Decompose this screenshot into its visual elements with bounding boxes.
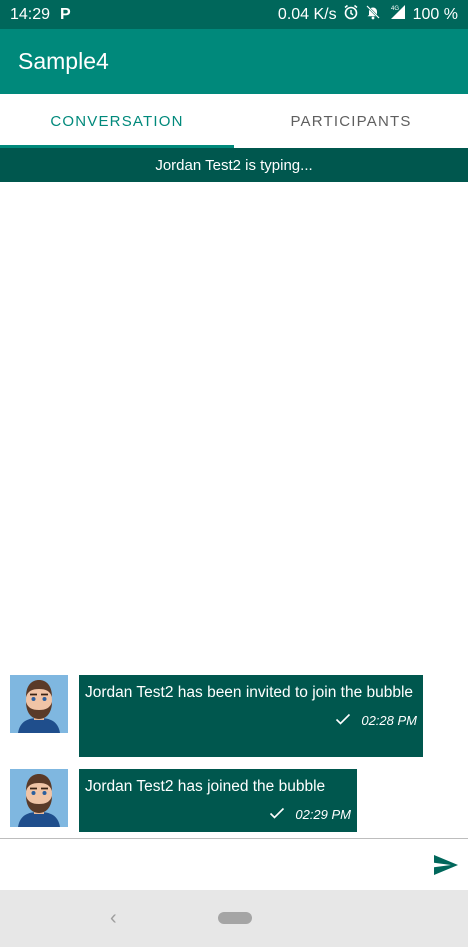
system-nav-bar: ‹ <box>0 890 468 947</box>
message-bubble[interactable]: Jordan Test2 has joined the bubble 02:29… <box>79 769 357 832</box>
message-item: Jordan Test2 has joined the bubble 02:29… <box>10 769 357 832</box>
avatar[interactable] <box>10 769 68 827</box>
typing-indicator: Jordan Test2 is typing... <box>0 148 468 182</box>
back-icon[interactable]: ‹ <box>110 907 117 930</box>
message-text: Jordan Test2 has been invited to join th… <box>85 684 414 701</box>
notifications-off-icon <box>365 4 381 25</box>
message-text: Jordan Test2 has joined the bubble <box>85 778 326 795</box>
battery-level: 100 % <box>412 5 458 23</box>
tab-bar: CONVERSATION PARTICIPANTS <box>0 94 468 148</box>
check-icon <box>335 711 351 731</box>
app-title: Sample4 <box>18 48 109 74</box>
parking-app-icon: P <box>60 5 71 23</box>
message-composer <box>0 839 468 890</box>
tab-conversation-label: CONVERSATION <box>50 112 184 130</box>
typing-indicator-text: Jordan Test2 is typing... <box>155 156 313 174</box>
message-time: 02:28 PM <box>361 713 417 728</box>
conversation-list[interactable]: Jordan Test2 has been invited to join th… <box>0 182 468 838</box>
message-time: 02:29 PM <box>295 807 351 822</box>
send-icon <box>434 855 458 875</box>
check-icon <box>269 805 285 825</box>
network-speed: 0.04 K/s <box>277 5 337 23</box>
alarm-icon <box>343 4 359 25</box>
svg-text:4G: 4G <box>391 6 399 12</box>
tab-conversation[interactable]: CONVERSATION <box>0 94 234 148</box>
home-pill-icon[interactable] <box>218 912 252 924</box>
send-button[interactable] <box>432 851 460 879</box>
app-bar: Sample4 <box>0 29 468 94</box>
tab-participants[interactable]: PARTICIPANTS <box>234 94 468 148</box>
avatar[interactable] <box>10 675 68 733</box>
signal-4g-icon: 4G <box>387 4 407 25</box>
status-bar: 14:29 P 0.04 K/s 4G 100 % <box>0 0 468 29</box>
message-bubble[interactable]: Jordan Test2 has been invited to join th… <box>79 675 423 757</box>
tab-participants-label: PARTICIPANTS <box>290 112 412 130</box>
message-input[interactable] <box>10 847 414 883</box>
status-time: 14:29 <box>10 5 51 23</box>
message-item: Jordan Test2 has been invited to join th… <box>10 675 423 757</box>
